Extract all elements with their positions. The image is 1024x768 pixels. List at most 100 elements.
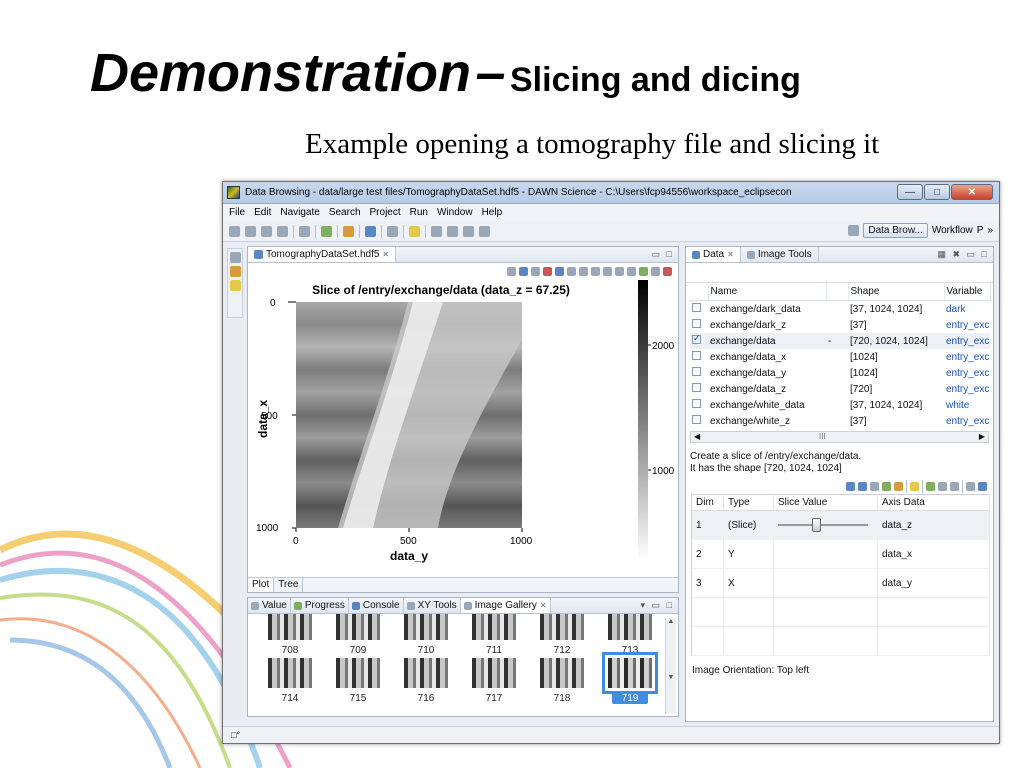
menu-window[interactable]: Window: [437, 207, 473, 218]
menu-edit[interactable]: Edit: [254, 207, 271, 218]
col-axis-data[interactable]: Axis Data: [877, 494, 990, 511]
table-row[interactable]: exchange/dark_z [37] entry_exc: [690, 317, 990, 333]
save-icon[interactable]: [245, 225, 256, 237]
tab-console[interactable]: Console: [349, 598, 404, 613]
lock-icon[interactable]: [926, 481, 935, 491]
tab-tree[interactable]: Tree: [274, 578, 304, 592]
annotation-icon[interactable]: [409, 225, 420, 237]
slice-slider[interactable]: [778, 518, 868, 532]
prev-annotation-icon[interactable]: [447, 225, 458, 237]
menu-project[interactable]: Project: [370, 207, 401, 218]
table-row[interactable]: exchange/data_y [1024] entry_exc: [690, 365, 990, 381]
perspective-workflow[interactable]: Workflow: [932, 225, 973, 236]
window-titlebar[interactable]: Data Browsing - data/large test files/To…: [223, 182, 999, 204]
menu-search[interactable]: Search: [329, 207, 361, 218]
row-checkbox[interactable]: [692, 415, 701, 424]
row-checkbox[interactable]: [692, 303, 701, 312]
back-icon[interactable]: [463, 225, 474, 237]
col-type[interactable]: Type: [723, 494, 774, 511]
minimize-button[interactable]: —: [897, 184, 923, 200]
menu-navigate[interactable]: Navigate: [280, 207, 319, 218]
export-icon[interactable]: [966, 481, 975, 491]
chart-icon[interactable]: [365, 225, 376, 237]
scroll-left-icon[interactable]: ◀: [694, 432, 700, 441]
settings-icon[interactable]: [663, 267, 672, 276]
options-icon[interactable]: [938, 481, 947, 491]
image-plot[interactable]: Slice of /entry/exchange/data (data_z = …: [248, 280, 678, 576]
menu-file[interactable]: File: [229, 207, 245, 218]
tab-xy-tools[interactable]: XY Tools: [404, 598, 461, 613]
pan-icon[interactable]: [579, 267, 588, 276]
print-plot-icon[interactable]: [627, 267, 636, 276]
home-icon[interactable]: [387, 225, 398, 237]
slice-row[interactable]: 3 X data_y: [691, 568, 990, 598]
perspective-more[interactable]: P: [977, 225, 984, 236]
color-icon[interactable]: [639, 267, 648, 276]
thumbnail[interactable]: 717: [460, 658, 528, 704]
col-name[interactable]: Name: [708, 283, 827, 301]
save-all-icon[interactable]: [261, 225, 272, 237]
data-view-controls-icon[interactable]: ▦ ✖ ▭ □: [938, 249, 990, 260]
line-plot-icon[interactable]: [519, 267, 528, 276]
thumbnail[interactable]: 712: [528, 614, 596, 656]
thumbnail[interactable]: 709: [324, 614, 392, 656]
gallery-view-controls-icon[interactable]: ▾ ▭ □: [641, 600, 674, 611]
select-icon[interactable]: [591, 267, 600, 276]
pin-icon[interactable]: [910, 481, 919, 491]
col-variable[interactable]: Variable: [944, 283, 991, 301]
folder-icon[interactable]: [230, 280, 241, 291]
restore-icon[interactable]: [230, 252, 241, 263]
col-mark[interactable]: [826, 283, 849, 301]
perspective-data-browsing[interactable]: Data Brow...: [863, 223, 928, 238]
thumbnail-selected[interactable]: 719: [596, 652, 664, 704]
stack-icon[interactable]: [870, 481, 879, 491]
table-row[interactable]: exchange/white_data [37, 1024, 1024] white: [690, 397, 990, 413]
tools-icon[interactable]: [343, 225, 354, 237]
gallery-scrollbar[interactable]: ▲ ▼: [665, 618, 676, 714]
next-annotation-icon[interactable]: [431, 225, 442, 237]
status-icon[interactable]: □°: [231, 730, 240, 740]
table-horizontal-scrollbar[interactable]: ◀ III ▶: [690, 431, 989, 443]
tab-data[interactable]: Data ✕: [686, 247, 741, 262]
image-plot-icon[interactable]: [882, 481, 891, 491]
table-row[interactable]: exchange/data_x [1024] entry_exc: [690, 349, 990, 365]
thumbnail[interactable]: 710: [392, 614, 460, 656]
line-plot-icon[interactable]: [846, 481, 855, 491]
row-checkbox[interactable]: [692, 367, 701, 376]
menu-run[interactable]: Run: [410, 207, 428, 218]
new-icon[interactable]: [229, 225, 240, 237]
slice-row[interactable]: 1 (Slice) data_z: [691, 510, 990, 540]
table-row[interactable]: exchange/dark_data [37, 1024, 1024] dark: [690, 301, 990, 318]
row-checkbox[interactable]: [692, 319, 701, 328]
tab-image-gallery[interactable]: Image Gallery ✕: [460, 598, 551, 613]
axes-icon[interactable]: [978, 481, 987, 491]
thumbnail[interactable]: 713: [596, 614, 664, 656]
tab-image-tools[interactable]: Image Tools: [741, 247, 819, 262]
row-checkbox-checked[interactable]: [692, 333, 701, 344]
navigator-icon[interactable]: [230, 266, 241, 277]
terminal-icon[interactable]: [299, 225, 310, 237]
surface-icon[interactable]: [894, 481, 903, 491]
tools-icon[interactable]: [507, 267, 516, 276]
histogram-icon[interactable]: [543, 267, 552, 276]
close-tab-icon[interactable]: ✕: [727, 250, 734, 259]
col-slice-value[interactable]: Slice Value: [773, 494, 878, 511]
close-tab-icon[interactable]: ✕: [382, 250, 389, 259]
axes-icon[interactable]: [531, 267, 540, 276]
tab-progress[interactable]: Progress: [291, 598, 349, 613]
row-checkbox[interactable]: [692, 399, 701, 408]
thumbnail[interactable]: 711: [460, 614, 528, 656]
maximize-button[interactable]: □: [924, 184, 950, 200]
forward-icon[interactable]: [479, 225, 490, 237]
image-icon[interactable]: [651, 267, 660, 276]
thumbnail[interactable]: 714: [256, 658, 324, 704]
thumbnail[interactable]: 716: [392, 658, 460, 704]
redo-icon[interactable]: [615, 267, 624, 276]
table-row[interactable]: exchange/data_z [720] entry_exc: [690, 381, 990, 397]
menu-help[interactable]: Help: [482, 207, 503, 218]
zoom-icon[interactable]: [555, 267, 564, 276]
perspective-overflow[interactable]: »: [987, 225, 993, 236]
thumbnail[interactable]: 718: [528, 658, 596, 704]
col-shape[interactable]: Shape: [848, 283, 945, 301]
tab-tomography-file[interactable]: TomographyDataSet.hdf5 ✕: [248, 247, 397, 262]
